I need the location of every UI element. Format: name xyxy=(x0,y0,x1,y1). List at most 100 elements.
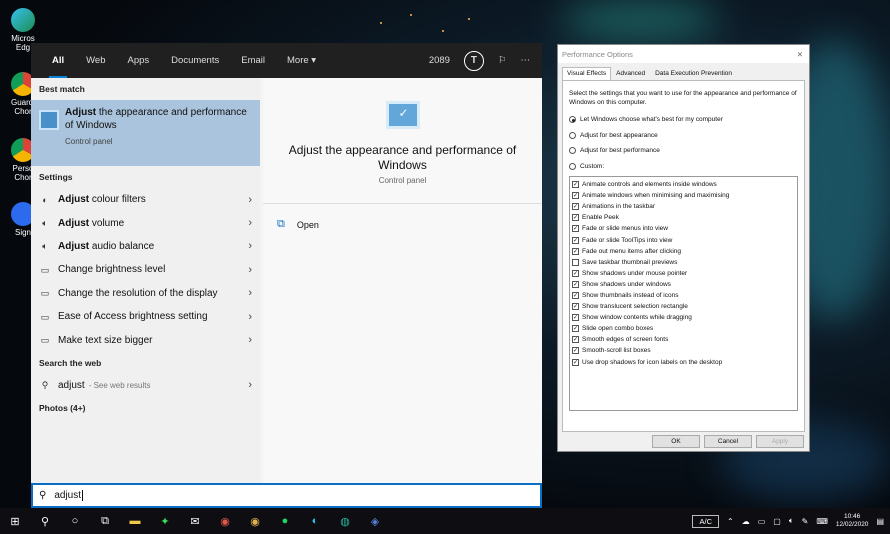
effect-option[interactable]: ✓ Animate controls and elements inside wi… xyxy=(572,179,795,190)
effect-option[interactable]: ✓ Show shadows under windows xyxy=(572,279,795,290)
checkbox[interactable]: ✓ xyxy=(572,236,579,244)
checkbox[interactable]: ✓ xyxy=(572,291,579,299)
checkbox[interactable]: ✓ xyxy=(572,181,579,189)
chevron-right-icon[interactable]: › xyxy=(248,194,252,206)
tab-documents[interactable]: Documents xyxy=(160,43,230,78)
tab-apps[interactable]: Apps xyxy=(117,43,161,78)
cancel-button[interactable]: Cancel xyxy=(704,435,752,448)
settings-result[interactable]: ▭ Change brightness level › xyxy=(31,258,260,281)
chevron-right-icon[interactable]: › xyxy=(248,240,252,252)
web-result[interactable]: ⚲ adjust - See web results › xyxy=(31,374,260,397)
app-teal-icon[interactable]: ◍ xyxy=(330,508,360,534)
close-icon[interactable]: ✕ xyxy=(797,50,803,59)
chrome-icon[interactable]: ◉ xyxy=(240,508,270,534)
effect-option[interactable]: ✓ Animate windows when minimising and max… xyxy=(572,190,795,201)
more-options-icon[interactable]: ⋯ xyxy=(521,55,531,66)
feedback-icon[interactable]: ⚐ xyxy=(498,55,507,66)
checkbox[interactable]: ✓ xyxy=(572,247,579,255)
effect-option[interactable]: ✓ Show translucent selection rectangle xyxy=(572,301,795,312)
checkbox[interactable]: ✓ xyxy=(572,314,579,322)
tab-advanced[interactable]: Advanced xyxy=(611,67,650,80)
tab-all[interactable]: All xyxy=(41,43,75,78)
radio-button[interactable] xyxy=(569,131,576,139)
spotify-icon[interactable]: ● xyxy=(270,508,300,534)
search-input[interactable]: ⚲ adjust xyxy=(31,483,542,508)
tab-visual-effects[interactable]: Visual Effects xyxy=(562,67,612,80)
checkbox[interactable]: ✓ xyxy=(572,269,579,277)
chevron-up-icon[interactable]: ⌃ xyxy=(727,517,734,526)
chevron-right-icon[interactable]: › xyxy=(248,264,252,276)
effect-option[interactable]: ✓ Fade or slide ToolTips into view xyxy=(572,234,795,245)
pen-icon[interactable]: ✎ xyxy=(802,517,809,526)
file-explorer-icon[interactable]: ▬ xyxy=(120,508,150,534)
settings-result[interactable]: ▭ Ease of Access brightness setting › xyxy=(31,305,260,328)
tab-web[interactable]: Web xyxy=(75,43,116,78)
radio-button[interactable] xyxy=(569,116,576,124)
visual-effects-list[interactable]: ✓ Animate controls and elements inside wi… xyxy=(569,176,798,411)
tab-data-execution-prevention[interactable]: Data Execution Prevention xyxy=(650,67,737,80)
effect-option[interactable]: Save taskbar thumbnail previews xyxy=(572,257,795,268)
chevron-right-icon[interactable]: › xyxy=(248,334,252,346)
tab-email[interactable]: Email xyxy=(230,43,276,78)
search-icon[interactable]: ⚲ xyxy=(30,508,60,534)
app-blue-icon[interactable]: ◈ xyxy=(360,508,390,534)
settings-result[interactable]: 🔈︎ Adjust volume › xyxy=(31,211,260,234)
ok-button[interactable]: OK xyxy=(652,435,700,448)
chevron-right-icon[interactable]: › xyxy=(248,287,252,299)
keyboard-icon[interactable]: ⌨ xyxy=(816,517,828,526)
volume-icon[interactable]: 🔈︎ xyxy=(789,516,794,526)
ac-indicator[interactable]: A/C xyxy=(692,514,719,528)
app-green-icon[interactable]: ✦ xyxy=(150,508,180,534)
task-view-icon[interactable]: ⧉ xyxy=(90,508,120,534)
mail-icon[interactable]: ✉ xyxy=(180,508,210,534)
checkbox[interactable]: ✓ xyxy=(572,347,579,355)
checkbox[interactable]: ✓ xyxy=(572,225,579,233)
chevron-right-icon[interactable]: › xyxy=(248,311,252,323)
best-match-result[interactable]: Adjust the appearance and performance of… xyxy=(31,100,260,166)
effect-option[interactable]: ✓ Fade or slide menus into view xyxy=(572,223,795,234)
settings-result[interactable]: ◐ Adjust colour filters › xyxy=(31,188,260,211)
clock[interactable]: 10:46 12/02/2020 xyxy=(836,513,869,529)
cortana-icon[interactable]: ○ xyxy=(60,508,90,534)
account-avatar[interactable]: T xyxy=(463,50,484,71)
chevron-right-icon[interactable]: › xyxy=(248,217,252,229)
radio-option[interactable]: Adjust for best appearance xyxy=(569,128,798,144)
checkbox[interactable]: ✓ xyxy=(572,358,579,366)
effect-option[interactable]: ✓ Enable Peek xyxy=(572,212,795,223)
checkbox[interactable]: ✓ xyxy=(572,280,579,288)
chevron-right-icon[interactable]: › xyxy=(248,379,252,391)
settings-result[interactable]: ▭ Make text size bigger › xyxy=(31,328,260,351)
windows-start-icon[interactable]: ⊞ xyxy=(0,508,30,534)
radio-button[interactable] xyxy=(569,147,576,155)
checkbox[interactable]: ✓ xyxy=(572,303,579,311)
checkbox[interactable]: ✓ xyxy=(572,214,579,222)
network-icon[interactable]: ▭ xyxy=(758,517,766,526)
effect-option[interactable]: ✓ Use drop shadows for icon labels on the… xyxy=(572,357,795,368)
tab-more[interactable]: More ▾ xyxy=(276,43,327,78)
radio-option[interactable]: Adjust for best performance xyxy=(569,143,798,159)
apply-button[interactable]: Apply xyxy=(756,435,804,448)
effect-option[interactable]: ✓ Fade out menu items after clicking xyxy=(572,246,795,257)
settings-result[interactable]: ▭ Change the resolution of the display › xyxy=(31,282,260,305)
checkbox[interactable]: ✓ xyxy=(572,203,579,211)
edge-icon[interactable]: ◐ xyxy=(300,508,330,534)
effect-option[interactable]: ✓ Show thumbnails instead of icons xyxy=(572,290,795,301)
chrome-icon[interactable]: ◉ xyxy=(210,508,240,534)
effect-option[interactable]: ✓ Smooth-scroll list boxes xyxy=(572,345,795,356)
settings-result[interactable]: 🔈︎ Adjust audio balance › xyxy=(31,235,260,258)
checkbox[interactable] xyxy=(572,258,579,266)
effect-option[interactable]: ✓ Animations in the taskbar xyxy=(572,201,795,212)
effect-option[interactable]: ✓ Smooth edges of screen fonts xyxy=(572,334,795,345)
display-icon[interactable]: ▢ xyxy=(773,517,781,526)
checkbox[interactable]: ✓ xyxy=(572,336,579,344)
radio-button[interactable] xyxy=(569,162,576,170)
open-action[interactable]: ⧉ Open xyxy=(263,204,542,245)
effect-option[interactable]: ✓ Show window contents while dragging xyxy=(572,312,795,323)
photos-heading[interactable]: Photos (4+) xyxy=(31,397,260,419)
checkbox[interactable]: ✓ xyxy=(572,325,579,333)
radio-option[interactable]: Custom: xyxy=(569,159,798,175)
effect-option[interactable]: ✓ Show shadows under mouse pointer xyxy=(572,268,795,279)
radio-option[interactable]: Let Windows choose what's best for my co… xyxy=(569,112,798,128)
effect-option[interactable]: ✓ Slide open combo boxes xyxy=(572,323,795,334)
notifications-icon[interactable]: ▤ xyxy=(876,517,884,526)
